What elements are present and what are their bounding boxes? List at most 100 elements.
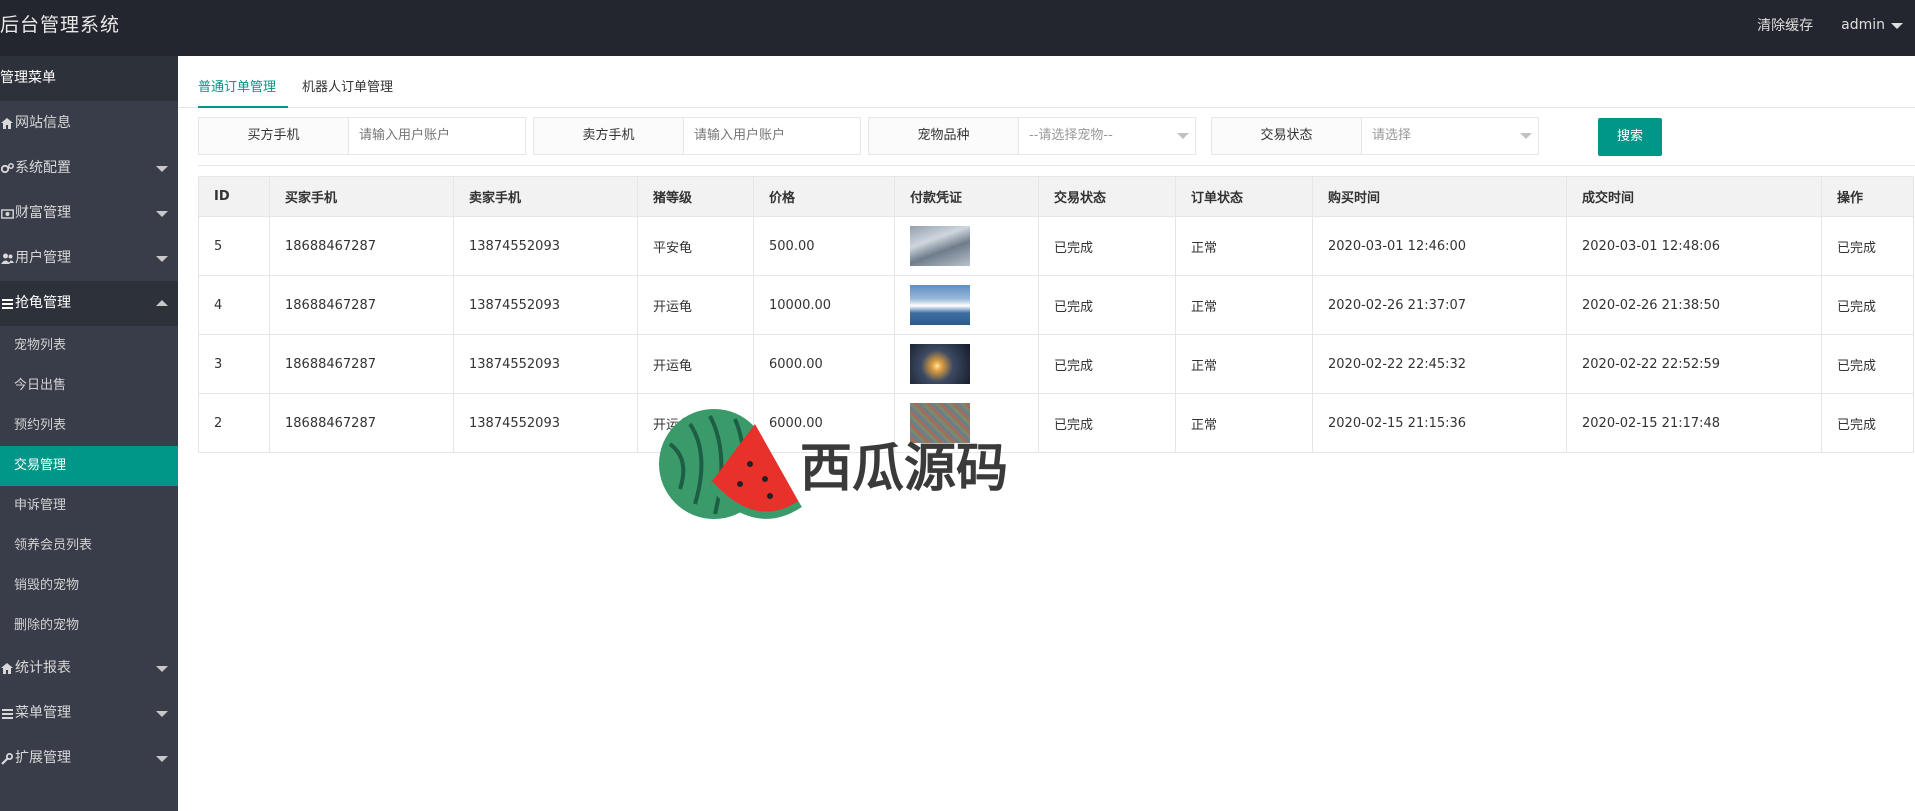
cell-seller-phone: 13874552093 [453,334,638,394]
user-menu[interactable]: admin [1841,17,1903,33]
submenu-item-pet-list[interactable]: 宠物列表 [0,326,178,366]
sidebar-item-label: 统计报表 [15,660,71,676]
buyer-phone-label: 买方手机 [199,118,349,154]
col-header-order-status: 订单状态 [1175,176,1313,217]
cell-buy-time: 2020-02-22 22:45:32 [1312,334,1567,394]
cell-trade-status: 已完成 [1038,275,1176,335]
table-row: 2 18688467287 13874552093 开运龟 6000.00 已完… [198,393,1914,453]
home-icon [0,117,14,131]
cell-level: 开运龟 [637,275,754,335]
sidebar-item-system-config[interactable]: 系统配置 [0,146,178,191]
col-header-action: 操作 [1821,176,1914,217]
col-header-buyer-phone: 买家手机 [269,176,454,217]
tab-bar: 普通订单管理 机器人订单管理 [178,56,1915,108]
cell-level: 开运龟 [637,334,754,394]
payment-proof-image[interactable] [910,344,970,384]
sidebar-item-wealth[interactable]: 财富管理 [0,191,178,236]
col-header-seller-phone: 卖家手机 [453,176,638,217]
submenu-item-appeal-management[interactable]: 申诉管理 [0,486,178,526]
submenu-item-trade-management[interactable]: 交易管理 [0,446,178,486]
sidebar-item-site-info[interactable]: 网站信息 [0,101,178,146]
cell-seller-phone: 13874552093 [453,216,638,276]
seller-phone-field: 卖方手机 [533,117,861,155]
col-header-level: 猪等级 [637,176,754,217]
pet-type-select[interactable]: --请选择宠物-- [1019,118,1195,154]
chevron-down-icon [156,211,168,217]
cell-seller-phone: 13874552093 [453,393,638,453]
watermark-text: 西瓜源码 [800,439,1008,499]
submenu-item-deleted-pets[interactable]: 删除的宠物 [0,606,178,646]
tab-normal-orders[interactable]: 普通订单管理 [198,76,288,108]
wrench-icon [0,752,14,766]
cell-order-status: 正常 [1175,334,1313,394]
sidebar-item-extensions[interactable]: 扩展管理 [0,736,178,781]
top-header: 后台管理系统 清除缓存 admin [0,0,1915,56]
list-icon [0,297,14,311]
chevron-down-icon [156,666,168,672]
sidebar-item-turtle-management[interactable]: 抢龟管理 [0,281,178,326]
trade-status-field: 交易状态 请选择 [1211,117,1539,155]
cell-payment-proof [894,216,1039,276]
table-row: 3 18688467287 13874552093 开运龟 6000.00 已完… [198,334,1914,394]
chevron-down-icon [1891,23,1903,29]
submenu-item-destroyed-pets[interactable]: 销毁的宠物 [0,566,178,606]
buyer-phone-input[interactable] [349,118,525,154]
seller-phone-input[interactable] [684,118,860,154]
col-header-done-time: 成交时间 [1566,176,1822,217]
trade-status-label: 交易状态 [1212,118,1362,154]
chevron-down-icon [156,756,168,762]
pet-type-field: 宠物品种 --请选择宠物-- [868,117,1196,155]
sidebar-item-menu-management[interactable]: 菜单管理 [0,691,178,736]
cell-level: 平安龟 [637,216,754,276]
sidebar-item-label: 网站信息 [15,115,71,131]
sidebar-item-statistics[interactable]: 统计报表 [0,646,178,691]
chevron-up-icon [156,300,168,306]
cell-done-time: 2020-02-22 22:52:59 [1566,334,1822,394]
chevron-down-icon [1520,133,1532,139]
submenu-item-adopter-list[interactable]: 领养会员列表 [0,526,178,566]
payment-proof-image[interactable] [910,285,970,325]
sidebar-item-users[interactable]: 用户管理 [0,236,178,281]
brand-title: 后台管理系统 [0,14,121,36]
orders-table: ID 买家手机 卖家手机 猪等级 价格 付款凭证 交易状态 订单状态 购买时间 … [198,176,1914,453]
cell-buyer-phone: 18688467287 [269,334,454,394]
cell-done-time: 2020-02-26 21:38:50 [1566,275,1822,335]
cell-trade-status: 已完成 [1038,216,1176,276]
chevron-down-icon [156,711,168,717]
submenu-item-today-sale[interactable]: 今日出售 [0,366,178,406]
sidebar-item-label: 菜单管理 [15,705,71,721]
cell-id: 2 [198,393,270,453]
gears-icon [0,162,14,176]
submenu-item-reservation-list[interactable]: 预约列表 [0,406,178,446]
pet-type-value: --请选择宠物-- [1029,128,1113,143]
cell-action: 已完成 [1821,216,1914,276]
cell-payment-proof [894,334,1039,394]
clear-cache-link[interactable]: 清除缓存 [1757,15,1813,35]
table-row: 5 18688467287 13874552093 平安龟 500.00 已完成… [198,216,1914,276]
cell-order-status: 正常 [1175,216,1313,276]
cell-buyer-phone: 18688467287 [269,275,454,335]
trade-status-value: 请选择 [1372,128,1412,143]
cell-action: 已完成 [1821,275,1914,335]
cell-id: 4 [198,275,270,335]
list-icon [0,707,14,721]
search-button[interactable]: 搜索 [1598,118,1662,156]
user-name: admin [1841,17,1885,33]
sidebar-item-label: 扩展管理 [15,750,71,766]
chevron-down-icon [156,256,168,262]
cell-id: 5 [198,216,270,276]
cell-seller-phone: 13874552093 [453,275,638,335]
cell-order-status: 正常 [1175,275,1313,335]
cell-done-time: 2020-02-15 21:17:48 [1566,393,1822,453]
buyer-phone-field: 买方手机 [198,117,526,155]
trade-status-select[interactable]: 请选择 [1362,118,1538,154]
col-header-id: ID [198,176,270,217]
tab-robot-orders[interactable]: 机器人订单管理 [302,76,412,108]
sidebar-submenu: 宠物列表 今日出售 预约列表 交易管理 申诉管理 领养会员列表 销毁的宠物 删除… [0,326,178,646]
sidebar-item-label: 财富管理 [15,205,71,221]
home-icon [0,662,14,676]
divider [198,165,1915,166]
sidebar: 管理菜单 网站信息 系统配置 财富管理 用户管理 抢龟管理 宠物列表 今日出售 … [0,56,178,811]
payment-proof-image[interactable] [910,226,970,266]
chevron-down-icon [156,166,168,172]
